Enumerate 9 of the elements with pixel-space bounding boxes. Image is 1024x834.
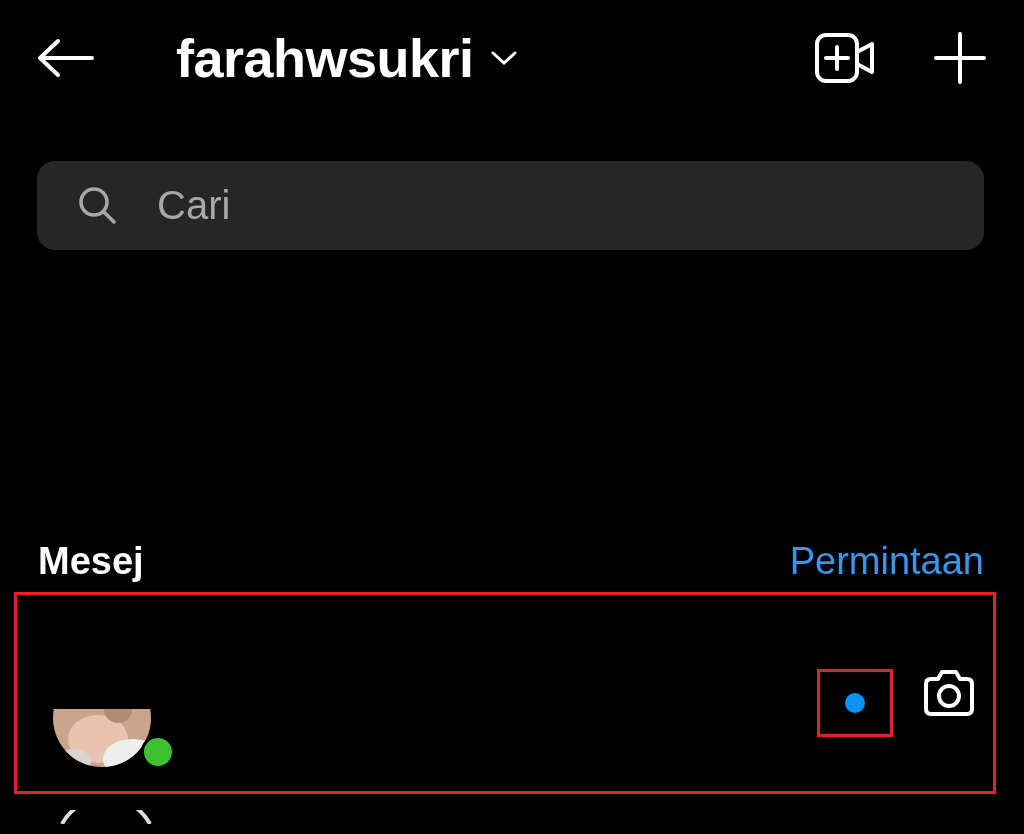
- section-title: Mesej: [38, 540, 144, 583]
- new-message-button[interactable]: [934, 31, 986, 84]
- back-button[interactable]: [36, 37, 94, 78]
- conversation-row[interactable]: [14, 592, 996, 794]
- requests-link[interactable]: Permintaan: [789, 540, 984, 583]
- video-call-add-button[interactable]: [814, 31, 876, 84]
- account-switcher[interactable]: farahwsukri: [176, 26, 518, 89]
- search-field[interactable]: Cari: [37, 161, 984, 250]
- camera-button[interactable]: [921, 668, 977, 718]
